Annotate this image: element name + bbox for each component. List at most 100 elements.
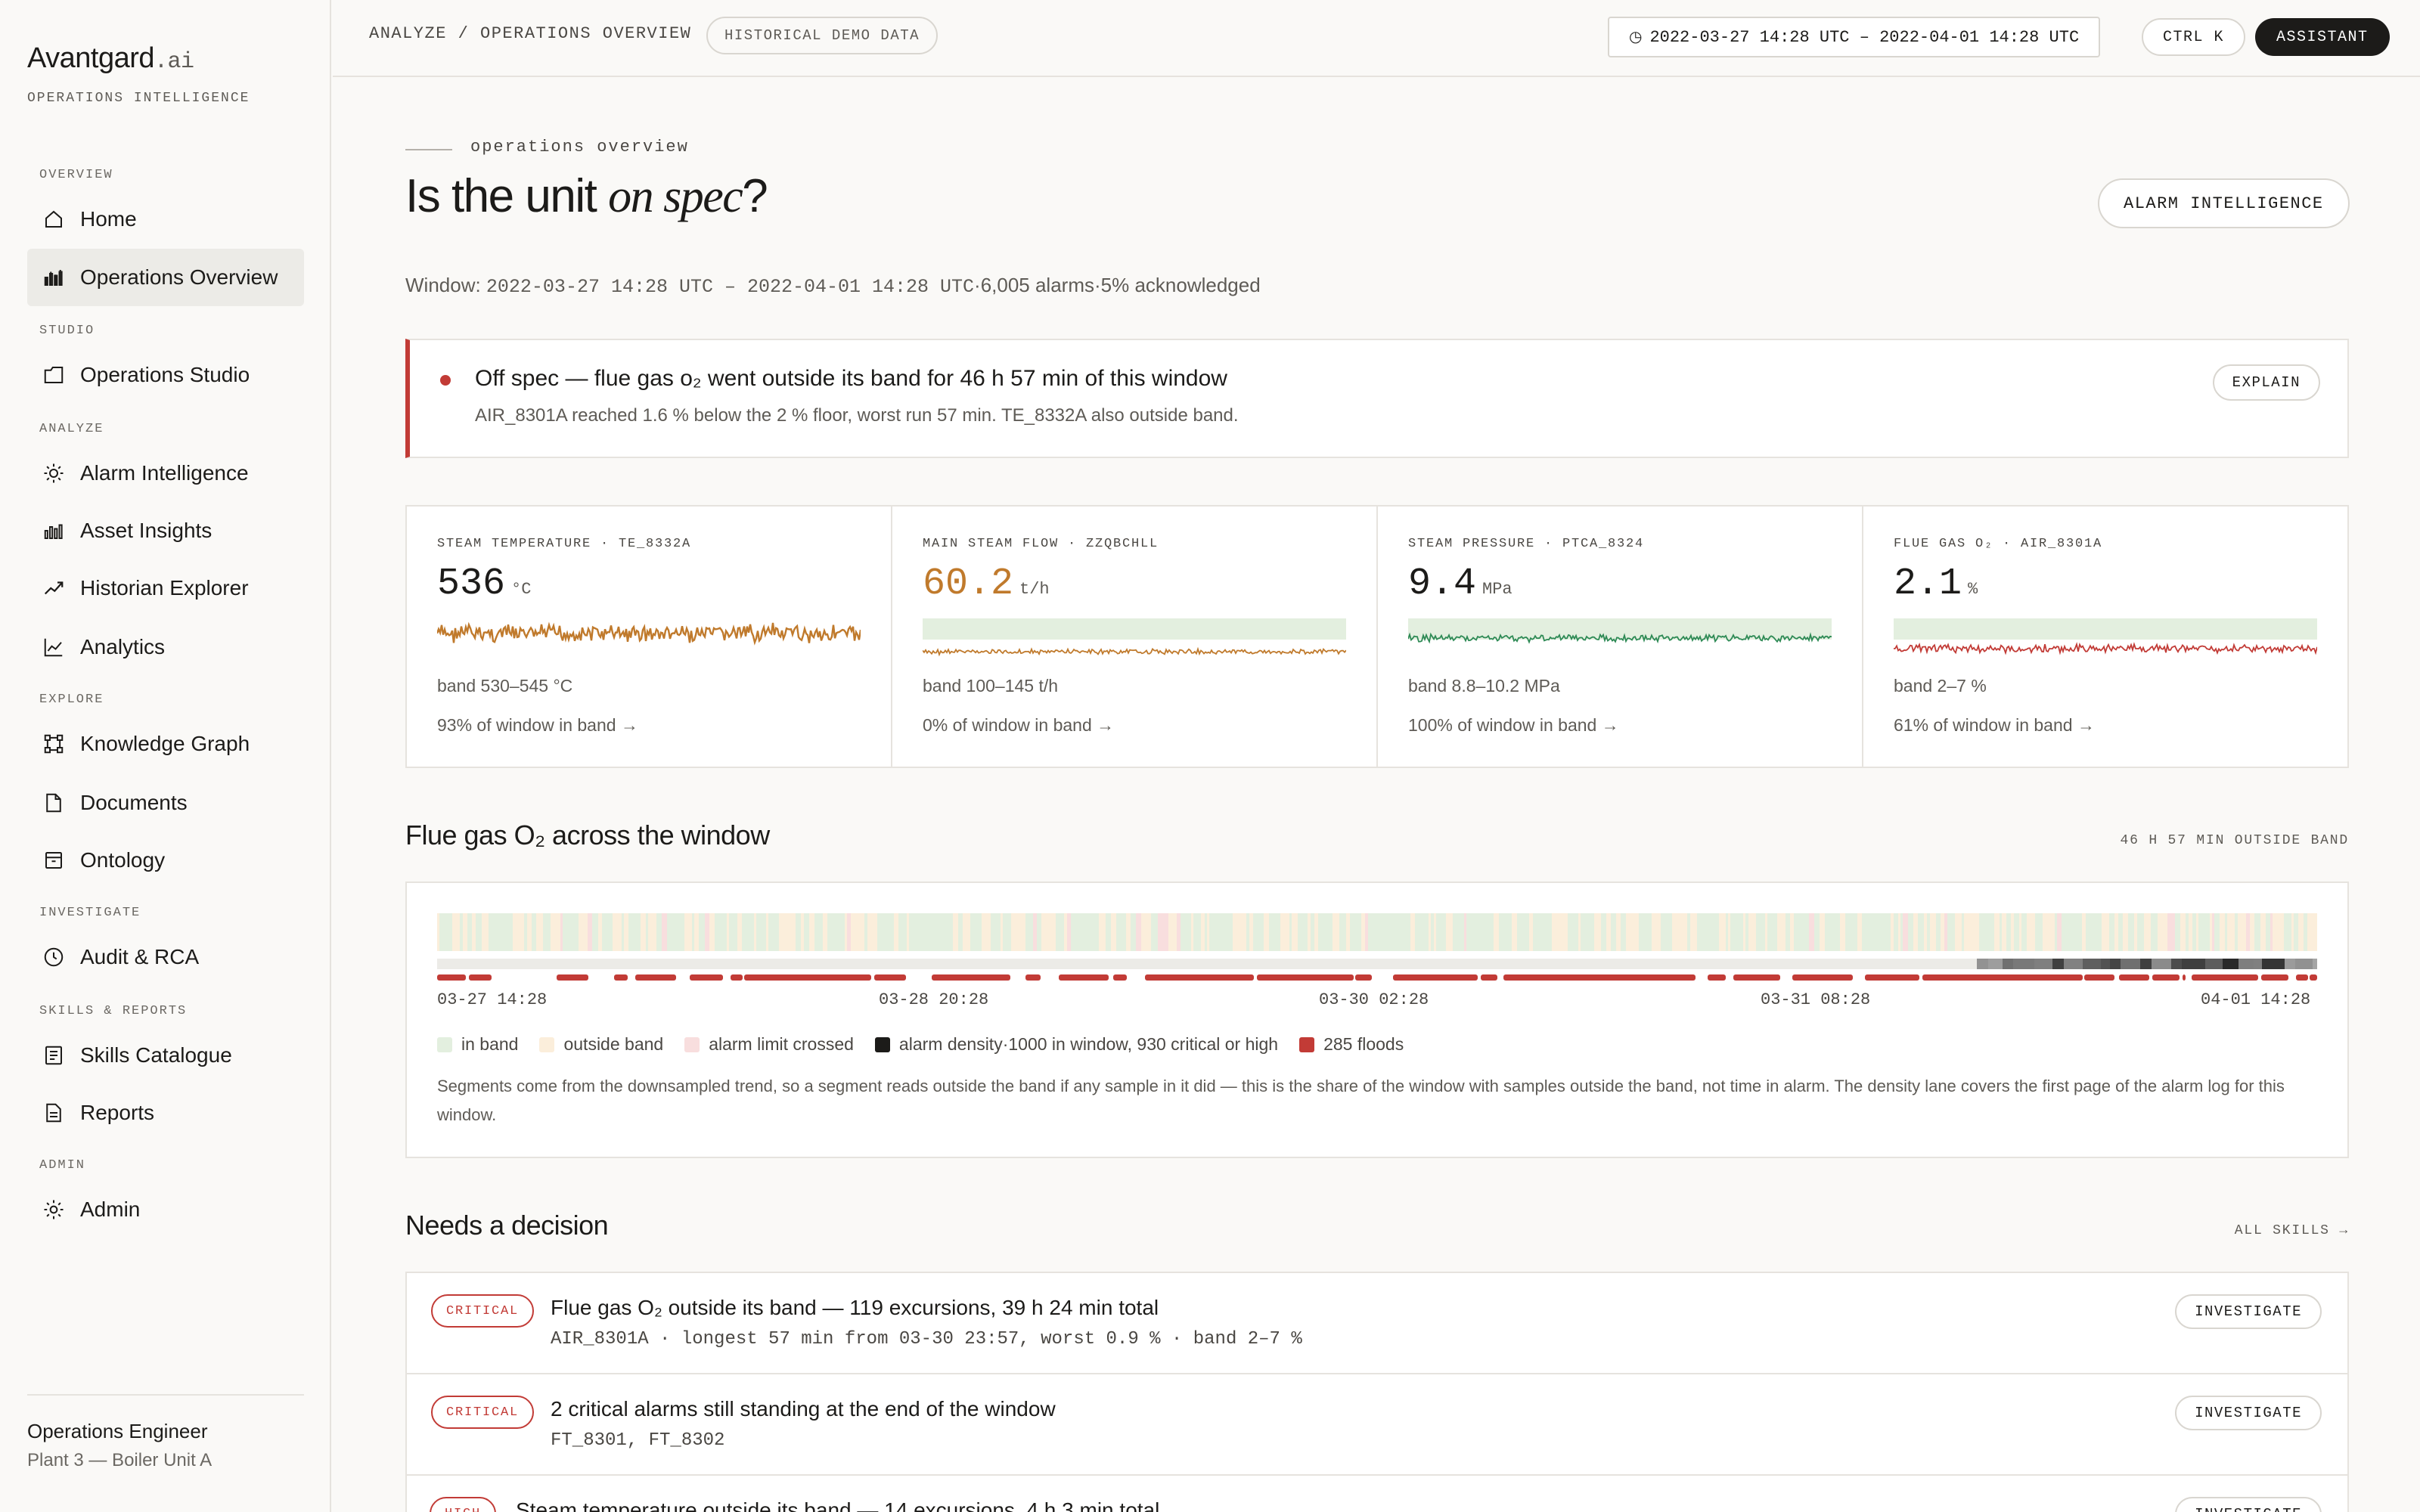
kpi-in-band-link[interactable]: 61% of window in band → xyxy=(1894,715,2095,736)
band-segment xyxy=(786,913,792,951)
investigate-button[interactable]: INVESTIGATE xyxy=(2175,1497,2322,1512)
band-segment xyxy=(2201,913,2205,951)
kpi-unit: MPa xyxy=(1482,580,1512,599)
sidebar-item-knowledge-graph[interactable]: Knowledge Graph xyxy=(27,715,304,773)
assistant-button[interactable]: ASSISTANT xyxy=(2255,18,2390,56)
main-content: operations overview Is the unit on spec?… xyxy=(333,77,2420,1512)
decision-row[interactable]: CRITICAL Flue gas O₂ outside its band — … xyxy=(407,1273,2347,1374)
band-status-stripe[interactable] xyxy=(437,913,2317,951)
legend-swatch xyxy=(684,1036,700,1052)
sidebar-item-historian-explorer[interactable]: Historian Explorer xyxy=(27,559,304,617)
band-segment xyxy=(520,913,524,951)
kpi-band: band 8.8–10.2 MPa xyxy=(1408,676,1560,696)
page-title: Is the unit on spec? xyxy=(405,169,768,224)
band-segment xyxy=(982,913,986,951)
band-segment xyxy=(1601,913,1606,951)
sidebar-item-operations-studio[interactable]: Operations Studio xyxy=(27,346,304,404)
band-segment xyxy=(2151,913,2153,951)
band-segment xyxy=(1606,913,1611,951)
alarm-intelligence-button[interactable]: ALARM INTELLIGENCE xyxy=(2098,178,2350,228)
kpi-label: FLUE GAS O₂ · AIR_8301A xyxy=(1894,537,2103,551)
band-segment xyxy=(877,913,880,951)
sidebar-item-audit-rca[interactable]: Audit & RCA xyxy=(27,928,304,986)
time-range-picker[interactable]: ◷ 2022-03-27 14:28 UTC – 2022-04-01 14:2… xyxy=(1608,17,2101,57)
explain-button[interactable]: EXPLAIN xyxy=(2212,364,2320,401)
sidebar-item-alarm-intelligence[interactable]: Alarm Intelligence xyxy=(27,445,304,502)
band-segment xyxy=(1434,913,1436,951)
sidebar-item-skills-catalogue[interactable]: Skills Catalogue xyxy=(27,1027,304,1084)
band-segment xyxy=(745,913,747,951)
band-segment xyxy=(2260,913,2266,951)
decision-row[interactable]: HIGH Steam temperature outside its band … xyxy=(407,1476,2347,1512)
kpi-in-band-link[interactable]: 0% of window in band → xyxy=(923,715,1114,736)
decision-detail: AIR_8301A · longest 57 min from 03-30 23… xyxy=(551,1329,1302,1349)
band-segment xyxy=(1417,913,1423,951)
sidebar-item-analytics[interactable]: Analytics xyxy=(27,618,304,676)
band-segment xyxy=(1479,913,1481,951)
sidebar-item-asset-insights[interactable]: Asset Insights xyxy=(27,502,304,559)
band-segment xyxy=(2144,913,2148,951)
band-segment xyxy=(1339,913,1344,951)
band-segment xyxy=(1973,913,1976,951)
band-segment xyxy=(2153,913,2158,951)
band-segment xyxy=(656,913,662,951)
band-segment xyxy=(2055,913,2057,951)
band-segment xyxy=(1584,913,1587,951)
kpi-in-band-link[interactable]: 93% of window in band → xyxy=(437,715,638,736)
band-segment xyxy=(2148,913,2151,951)
sidebar-item-admin[interactable]: Admin xyxy=(27,1181,304,1238)
investigate-button[interactable]: INVESTIGATE xyxy=(2175,1294,2322,1329)
flood-segment xyxy=(1393,974,1478,981)
timeline-legend: in band outside band alarm limit crossed… xyxy=(437,1034,1425,1055)
band-segment xyxy=(2246,913,2250,951)
sidebar-item-operations-overview[interactable]: Operations Overview xyxy=(27,249,304,306)
band-segment xyxy=(2225,913,2227,951)
legend-swatch xyxy=(1299,1036,1315,1052)
sidebar-item-documents[interactable]: Documents xyxy=(27,774,304,832)
alarm-density-lane[interactable] xyxy=(437,959,2317,969)
band-segment xyxy=(1396,913,1401,951)
band-segment xyxy=(948,913,950,951)
decision-row[interactable]: CRITICAL 2 critical alarms still standin… xyxy=(407,1374,2347,1476)
kpi-band: band 100–145 t/h xyxy=(923,676,1059,696)
band-segment xyxy=(1025,913,1030,951)
band-segment xyxy=(1860,913,1862,951)
band-segment xyxy=(2019,913,2021,951)
density-segment xyxy=(1988,959,2003,969)
kpi-in-band-link[interactable]: 100% of window in band → xyxy=(1408,715,1619,736)
band-segment xyxy=(1700,913,1703,951)
band-segment xyxy=(2123,913,2128,951)
band-segment xyxy=(476,913,478,951)
command-palette-button[interactable]: CTRL K xyxy=(2142,18,2246,56)
band-segment xyxy=(2065,913,2070,951)
brand-logo[interactable]: Avantgard.ai xyxy=(27,42,194,75)
density-segment xyxy=(2182,959,2205,969)
investigate-button[interactable]: INVESTIGATE xyxy=(2175,1396,2322,1430)
sidebar-item-ontology[interactable]: Ontology xyxy=(27,832,304,889)
band-segment xyxy=(1136,913,1141,951)
all-skills-link[interactable]: ALL SKILLS → xyxy=(2235,1223,2349,1238)
band-segment xyxy=(1761,913,1765,951)
floods-lane[interactable] xyxy=(437,974,2317,981)
band-segment xyxy=(1648,913,1652,951)
nav-section-explore: EXPLORE xyxy=(39,692,104,707)
band-segment xyxy=(1719,913,1721,951)
user-name[interactable]: Operations Engineer xyxy=(27,1420,207,1443)
band-segment xyxy=(782,913,786,951)
sidebar-item-reports[interactable]: Reports xyxy=(27,1084,304,1142)
band-segment xyxy=(513,913,515,951)
band-segment xyxy=(2196,913,2198,951)
time-tick-label: 03-28 20:28 xyxy=(879,990,989,1009)
band-segment xyxy=(2082,913,2086,951)
legend-label: alarm limit crossed xyxy=(709,1034,854,1054)
sun-icon xyxy=(44,463,64,483)
band-segment xyxy=(855,913,858,951)
band-segment xyxy=(1910,913,1913,951)
sidebar-item-home[interactable]: Home xyxy=(27,191,304,248)
band-segment xyxy=(2257,913,2260,951)
trend-icon xyxy=(44,581,64,595)
band-segment xyxy=(1212,913,1217,951)
band-segment xyxy=(1382,913,1386,951)
band-segment xyxy=(2254,913,2257,951)
band-segment xyxy=(1044,913,1047,951)
